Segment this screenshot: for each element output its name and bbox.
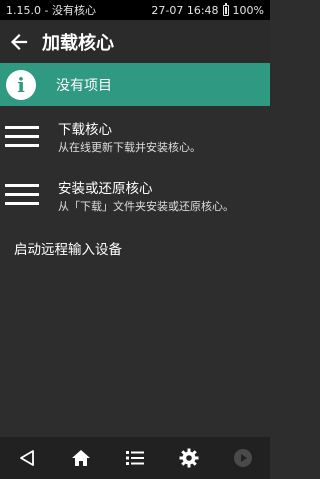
info-icon: i — [6, 69, 36, 100]
start-remote-input-item[interactable]: 启动远程输入设备 — [14, 238, 122, 258]
menu-item-title: 下载核心 — [58, 122, 112, 138]
status-app-version: 1.15.0 - 没有核心 — [6, 4, 96, 17]
back-button[interactable] — [0, 20, 38, 63]
status-right: 27-07 16:48 100% — [151, 2, 264, 17]
install-restore-core-item[interactable]: 安装或还原核心 从「下载」文件夹安装或还原核心。 — [0, 168, 270, 223]
menu-item-subtitle: 从「下载」文件夹安装或还原核心。 — [58, 200, 234, 213]
bottom-nav-bar — [0, 437, 270, 479]
banner-text: 没有项目 — [56, 77, 112, 94]
hamburger-icon — [5, 184, 39, 211]
status-datetime: 27-07 16:48 — [151, 3, 219, 17]
home-icon — [72, 450, 90, 466]
hamburger-icon — [5, 126, 39, 153]
gear-icon — [179, 448, 199, 468]
no-items-banner: i 没有项目 — [0, 63, 270, 106]
status-battery: 100% — [232, 3, 264, 17]
back-triangle-icon — [20, 450, 34, 466]
nav-settings-button[interactable] — [169, 438, 209, 478]
back-arrow-icon — [10, 33, 28, 50]
nav-back-button[interactable] — [7, 438, 47, 478]
play-icon — [234, 449, 252, 467]
download-core-item[interactable]: 下载核心 从在线更新下载并安装核心。 — [0, 110, 270, 165]
nav-home-button[interactable] — [61, 438, 101, 478]
page-title: 加载核心 — [42, 32, 114, 54]
status-bar: 1.15.0 - 没有核心 27-07 16:48 100% — [0, 0, 270, 20]
list-icon — [126, 451, 144, 465]
app-bar: 加载核心 — [0, 20, 270, 63]
nav-play-button[interactable] — [223, 438, 263, 478]
menu-item-title: 安装或还原核心 — [58, 181, 153, 197]
menu-item-subtitle: 从在线更新下载并安装核心。 — [58, 141, 201, 154]
battery-icon — [222, 2, 229, 16]
nav-list-button[interactable] — [115, 438, 155, 478]
